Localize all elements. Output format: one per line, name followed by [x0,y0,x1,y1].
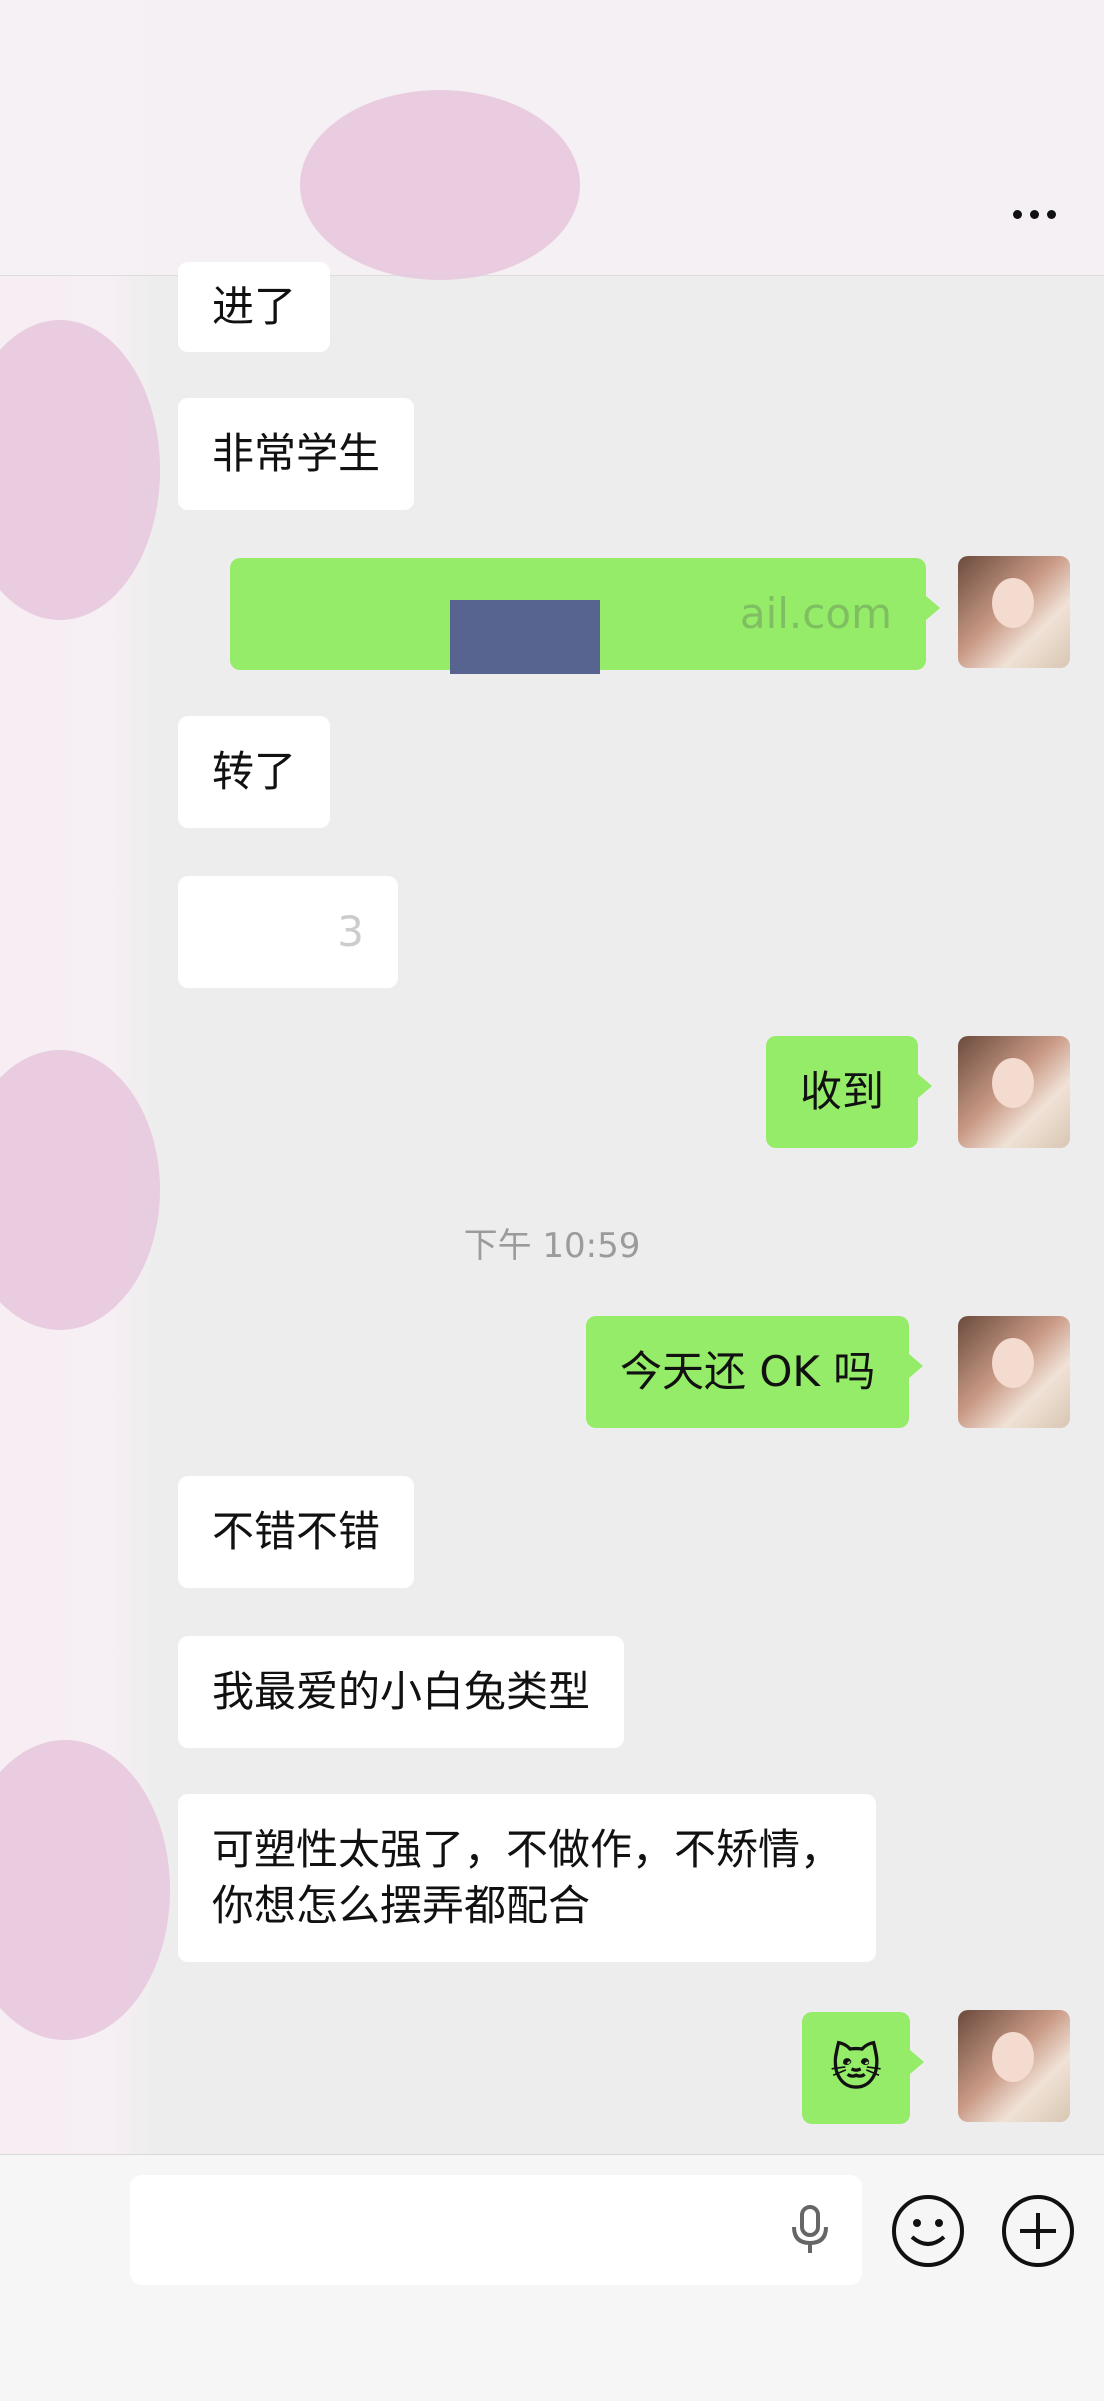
message-text: 非常学生 [212,429,381,478]
message-text: 今天还 OK 吗 [620,1347,876,1396]
message-text-line: 可塑性太强了，不做作，不矫情， [212,1825,843,1874]
message-bubble[interactable]: 🐱 [802,2012,925,2124]
message-bubble[interactable]: 不错不错 [178,1476,415,1588]
avatar[interactable] [958,2010,1070,2122]
message-bubble[interactable]: 收到 [766,1036,933,1148]
mic-icon[interactable] [780,2199,840,2259]
message-bubble[interactable]: 我最爱的小白兔类型 [178,1636,625,1748]
wallpaper-decoration [0,1740,170,2040]
message-bubble[interactable]: 进了 [178,262,331,352]
plus-icon[interactable] [1000,2193,1076,2269]
avatar[interactable] [958,1036,1070,1148]
emoji-icon[interactable] [890,2193,966,2269]
message-text: ail.com [739,589,892,638]
message-text: 不错不错 [212,1507,381,1556]
message-bubble[interactable]: 可塑性太强了，不做作，不矫情， 你想怎么摆弄都配合 [178,1794,877,1962]
wallpaper-decoration [300,90,580,280]
wallpaper-decoration [0,320,160,620]
avatar[interactable] [958,556,1070,668]
wallpaper-decoration [0,1050,160,1330]
chat-header [0,0,1104,280]
message-timestamp: 下午 10:59 [463,1226,641,1266]
message-text: 进了 [212,282,297,331]
message-text-line: 你想怎么摆弄都配合 [212,1881,591,1930]
message-text: 3 [337,907,364,956]
message-text: 收到 [800,1067,885,1116]
avatar[interactable] [958,1316,1070,1428]
message-bubble[interactable]: ail.com [230,558,940,674]
input-bar [0,2154,1104,2401]
chat-wallpaper [0,0,170,2400]
more-icon[interactable] [1004,196,1064,232]
message-bubble[interactable]: 3 [178,876,398,988]
emoji-sticker: 🐱 [830,2039,883,2097]
redaction-block [450,600,600,674]
message-bubble[interactable]: 非常学生 [178,398,415,510]
message-bubble[interactable]: 转了 [178,716,331,828]
message-bubble[interactable]: 今天还 OK 吗 [586,1316,924,1428]
message-input[interactable] [130,2175,862,2285]
message-text: 我最爱的小白兔类型 [212,1667,591,1716]
message-text: 转了 [212,747,297,796]
